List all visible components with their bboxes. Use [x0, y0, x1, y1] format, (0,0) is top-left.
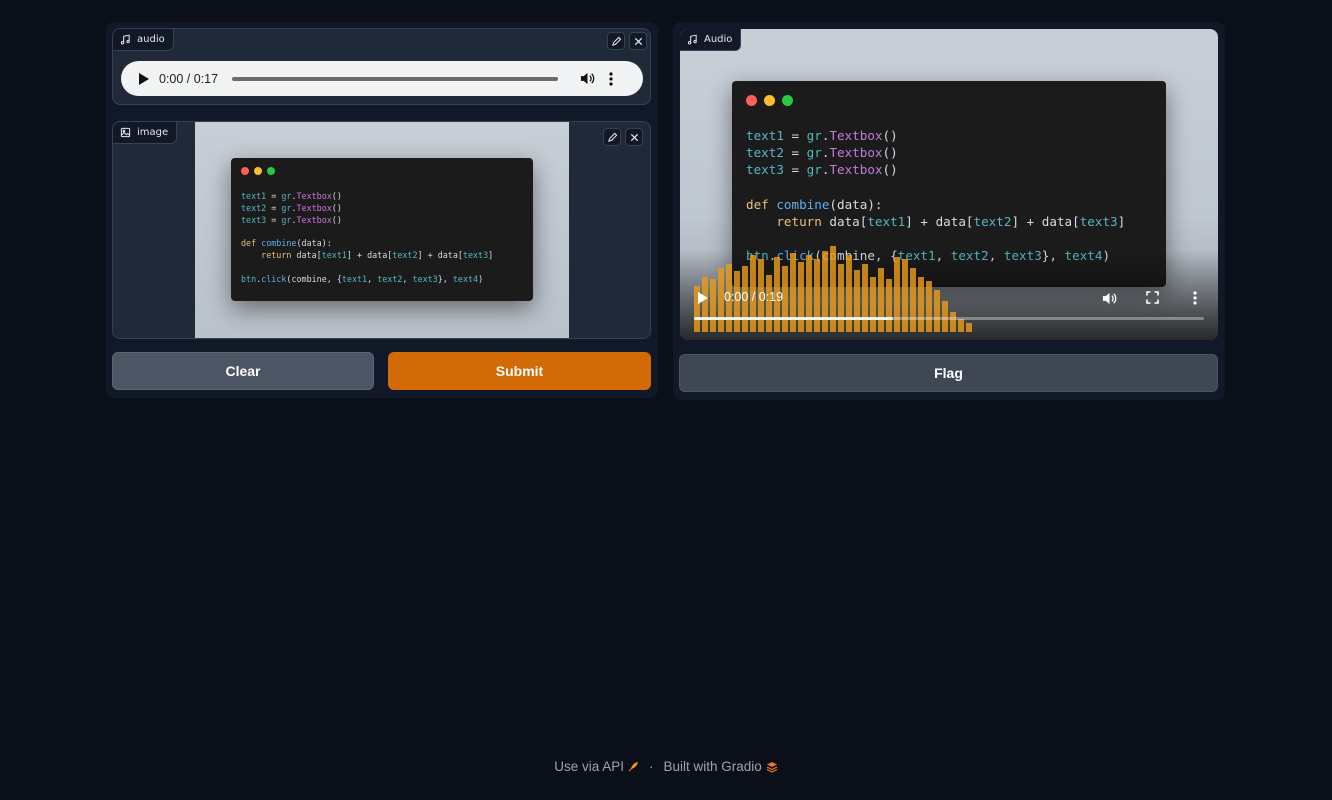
code-line: text3 = gr.Textbox() [746, 162, 898, 178]
code-line: text1 = gr.Textbox() [241, 191, 342, 201]
edit-image-button[interactable] [603, 128, 621, 146]
input-panel: audio 0:00 / 0:17 text1 = gr.Textbox() t… [106, 22, 658, 398]
image-icon [120, 127, 131, 138]
clear-image-button[interactable] [625, 128, 643, 146]
volume-icon[interactable] [1102, 291, 1117, 306]
image-label-chip: image [113, 122, 178, 144]
volume-icon[interactable] [580, 71, 595, 86]
edit-button[interactable] [607, 32, 625, 50]
code-line: text3 = gr.Textbox() [241, 214, 342, 225]
edit-icon [607, 132, 617, 142]
image-preview: text1 = gr.Textbox() text2 = gr.Textbox()… [195, 122, 569, 338]
rocket-icon [628, 761, 639, 772]
video-time: 0:00 / 0:19 [724, 290, 784, 304]
image-input-block: text1 = gr.Textbox() text2 = gr.Textbox()… [112, 121, 651, 339]
close-icon [634, 37, 642, 45]
code-line: text1 = gr.Textbox() [746, 128, 898, 143]
more-vert-icon[interactable] [1193, 291, 1197, 305]
play-icon[interactable] [698, 292, 708, 304]
built-with-gradio-link[interactable]: Built with Gradio [663, 759, 778, 774]
code-line: return data[text1] + data[text2] + data[… [746, 214, 1126, 229]
audio-label: audio [137, 34, 165, 45]
output-label-chip: Audio [680, 29, 742, 51]
video-seek-bar[interactable] [694, 317, 1204, 320]
clear-button[interactable]: Clear [112, 352, 374, 390]
close-icon [630, 133, 638, 141]
video-progress [694, 317, 893, 320]
video-player[interactable]: text1 = gr.Textbox() text2 = gr.Textbox()… [680, 29, 1218, 340]
clear-audio-button[interactable] [629, 32, 647, 50]
use-via-api-link[interactable]: Use via API [554, 759, 639, 774]
code-line: return data[text1] + data[text2] + data[… [241, 250, 494, 260]
output-panel: text1 = gr.Textbox() text2 = gr.Textbox()… [673, 22, 1225, 400]
output-label: Audio [704, 34, 733, 45]
code-line: def combine(data): [746, 196, 883, 212]
audio-time: 0:00 / 0:17 [159, 71, 219, 86]
image-label: image [137, 127, 169, 138]
submit-button[interactable]: Submit [388, 352, 651, 390]
code-screenshot: text1 = gr.Textbox() text2 = gr.Textbox()… [231, 158, 533, 301]
footer: Use via API · Built with Gradio [0, 759, 1332, 774]
play-icon[interactable] [139, 72, 149, 85]
music-icon [687, 34, 697, 45]
music-icon [120, 34, 130, 45]
code-line: text2 = gr.Textbox() [746, 145, 898, 161]
more-vert-icon[interactable] [609, 71, 613, 86]
edit-icon [611, 36, 621, 46]
flag-button[interactable]: Flag [679, 354, 1218, 392]
fullscreen-icon[interactable] [1146, 291, 1159, 304]
gradio-logo-icon [766, 761, 778, 773]
audio-player[interactable]: 0:00 / 0:17 [121, 61, 643, 96]
footer-separator: · [648, 759, 654, 774]
code-line: def combine(data): [241, 238, 332, 249]
audio-input-block: audio 0:00 / 0:17 [112, 28, 651, 105]
code-line: text2 = gr.Textbox() [241, 202, 342, 213]
audio-seek-bar[interactable] [232, 76, 559, 81]
code-line: btn.click(combine, {text1, text2, text3}… [241, 273, 484, 284]
audio-label-chip: audio [113, 29, 174, 51]
video-controls: 0:00 / 0:19 [680, 280, 1218, 340]
